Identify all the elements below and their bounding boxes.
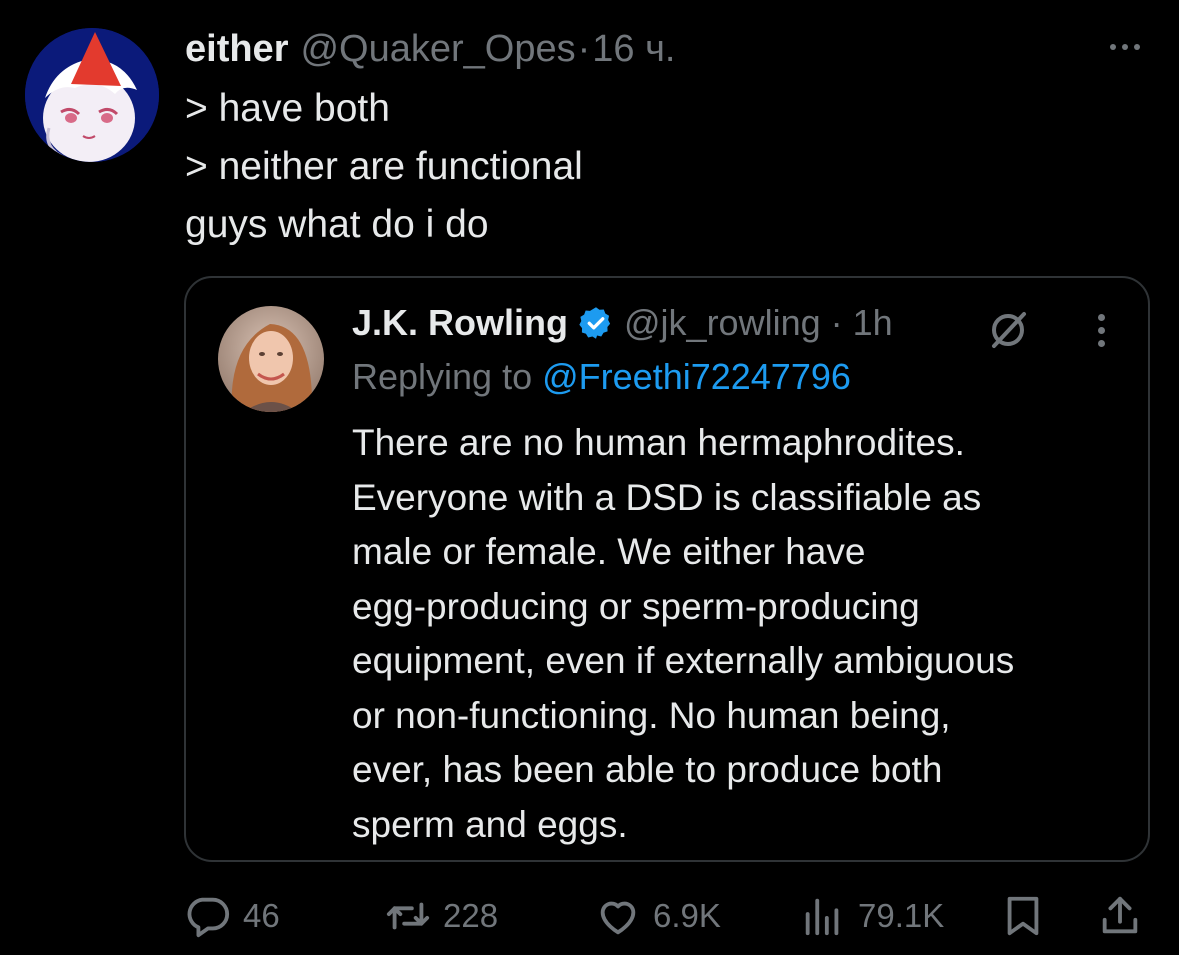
author-avatar[interactable]: [25, 28, 159, 162]
tweet-header: either @Quaker_Opes · 16 ч.: [185, 28, 675, 71]
more-options-button[interactable]: [1100, 30, 1150, 64]
tweet-line: > have both: [185, 87, 390, 130]
repost-icon: [385, 893, 431, 939]
avatar-photo: [218, 306, 324, 412]
quoted-header: J.K. Rowling @jk_rowling · 1h: [352, 300, 893, 346]
like-button[interactable]: 6.9K: [595, 888, 721, 944]
quoted-line: or non-functioning. No human being,: [352, 694, 951, 736]
views-count: 79.1K: [858, 897, 945, 934]
repost-count: 228: [443, 897, 499, 934]
tweet-line: guys what do i do: [185, 203, 489, 246]
author-handle[interactable]: @Quaker_Opes: [300, 28, 575, 71]
quoted-author-avatar[interactable]: [218, 306, 324, 412]
quoted-line: equipment, even if externally ambiguous: [352, 640, 1015, 681]
action-bar: 46 228 6.9K 79.1K: [185, 888, 1145, 944]
views-icon: [800, 893, 846, 939]
replying-prefix: Replying to: [352, 356, 533, 397]
quoted-more-button[interactable]: [1086, 308, 1116, 352]
more-icon-dot: [1122, 44, 1128, 50]
author-name[interactable]: either: [185, 28, 288, 71]
reply-count: 46: [243, 897, 280, 934]
more-icon-dot: [1097, 339, 1105, 347]
tweet-line: > neither are functional: [185, 145, 583, 188]
meta-separator: ·: [830, 302, 843, 343]
avatar-illustration: [25, 28, 159, 162]
quoted-timestamp[interactable]: 1h: [853, 302, 893, 344]
share-icon: [1097, 893, 1143, 939]
more-icon: [1097, 313, 1105, 321]
share-button[interactable]: [1097, 888, 1143, 944]
quoted-line: There are no human hermaphrodites.: [352, 422, 965, 463]
quoted-author-handle[interactable]: @jk_rowling: [624, 302, 821, 344]
replying-mention-link[interactable]: @Freethi72247796: [542, 356, 851, 397]
reply-icon: [185, 893, 231, 939]
tweet-timestamp[interactable]: 16 ч.: [592, 28, 675, 71]
quoted-line: male or female. We either have: [352, 531, 866, 572]
views-button[interactable]: 79.1K: [800, 888, 944, 944]
bookmark-icon: [1000, 893, 1046, 939]
verified-badge-icon: [579, 307, 611, 339]
quoted-tweet[interactable]: J.K. Rowling @jk_rowling · 1h Replying t…: [184, 276, 1150, 862]
bookmark-button[interactable]: [1000, 888, 1046, 944]
repost-button[interactable]: 228: [385, 888, 498, 944]
tweet-text: > have both > neither are functional guy…: [185, 80, 1085, 254]
like-count: 6.9K: [653, 897, 721, 934]
quoted-line: ever, has been able to produce both: [352, 749, 943, 790]
quoted-line: sperm and eggs.: [352, 803, 628, 845]
quoted-author-name[interactable]: J.K. Rowling: [352, 302, 568, 344]
more-icon: [1110, 44, 1116, 50]
grok-icon[interactable]: [986, 308, 1030, 352]
replying-to: Replying to @Freethi72247796: [352, 356, 851, 398]
more-icon-dot: [1097, 326, 1105, 334]
quoted-text: There are no human hermaphrodites. Every…: [352, 416, 1132, 852]
quoted-line: Everyone with a DSD is classifiable as: [352, 476, 982, 518]
like-icon: [595, 893, 641, 939]
meta-separator: ·: [577, 28, 591, 70]
reply-button[interactable]: 46: [185, 888, 280, 944]
quoted-line: egg-producing or sperm-producing: [352, 585, 920, 627]
more-icon-dot: [1134, 44, 1140, 50]
